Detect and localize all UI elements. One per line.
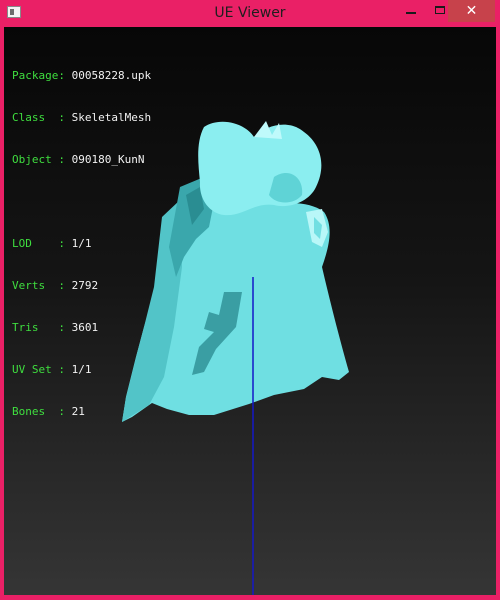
mesh-info-panel: Package: 00058228.upk Class : SkeletalMe… bbox=[12, 41, 151, 447]
maximize-icon bbox=[435, 6, 445, 14]
bones-value: 21 bbox=[71, 405, 85, 418]
package-label: Package: bbox=[12, 69, 72, 82]
lod-value: 1/1 bbox=[71, 237, 92, 250]
window-title: UE Viewer bbox=[214, 5, 286, 21]
minimize-button[interactable] bbox=[397, 0, 425, 22]
tris-label: Tris : bbox=[12, 321, 72, 334]
object-label: Object : bbox=[12, 153, 72, 166]
app-window: UE Viewer ✕ Package: 00058228.upk Class … bbox=[0, 0, 500, 600]
uvset-value: 1/1 bbox=[71, 363, 92, 376]
class-label: Class : bbox=[12, 111, 72, 124]
close-icon: ✕ bbox=[465, 3, 478, 19]
close-button[interactable]: ✕ bbox=[448, 0, 495, 22]
verts-label: Verts : bbox=[12, 279, 72, 292]
title-bar[interactable]: UE Viewer ✕ bbox=[0, 0, 500, 27]
3d-viewport[interactable]: Package: 00058228.upk Class : SkeletalMe… bbox=[4, 27, 496, 595]
bones-label: Bones : bbox=[12, 405, 72, 418]
class-value: SkeletalMesh bbox=[71, 111, 152, 124]
object-value: 090180_KunN bbox=[71, 153, 145, 166]
verts-value: 2792 bbox=[71, 279, 99, 292]
tris-value: 3601 bbox=[71, 321, 99, 334]
minimize-icon bbox=[406, 12, 416, 14]
uvset-label: UV Set : bbox=[12, 363, 72, 376]
lod-label: LOD : bbox=[12, 237, 72, 250]
package-value: 00058228.upk bbox=[71, 69, 152, 82]
